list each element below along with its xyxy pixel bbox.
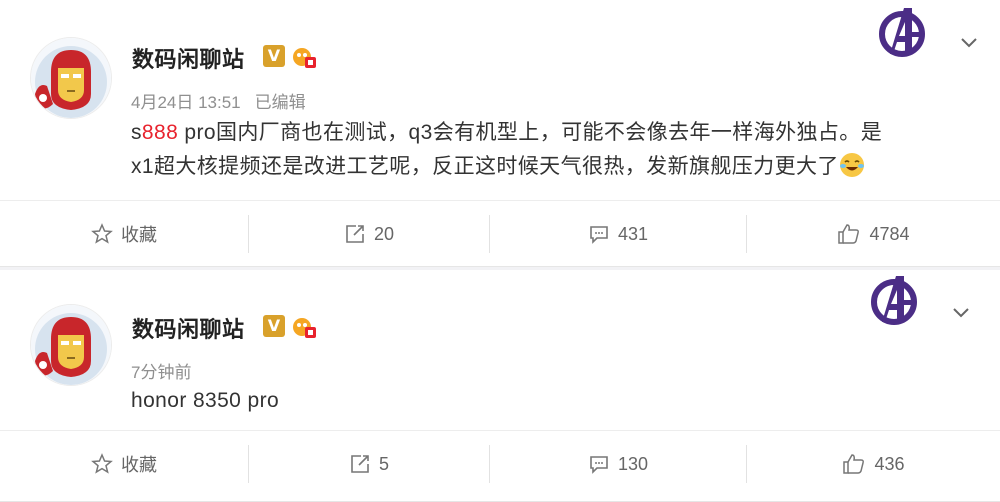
post-text-line-2: x1超大核提频还是改进工艺呢，反正这时候天气很热，发新旗舰压力更大了 bbox=[131, 150, 971, 184]
author-name[interactable]: 数码闲聊站 bbox=[132, 312, 245, 344]
post-text-line-1: s888 pro国内厂商也在测试，q3会有机型上，可能不会像去年一样海外独占。是 bbox=[131, 121, 883, 144]
weibo-post-1: 数码闲聊站 V 4月24日 13:51 已编辑 s888 pro国内厂商也在测试，… bbox=[0, 0, 1000, 267]
avatar[interactable] bbox=[30, 37, 112, 119]
favorite-label: 收藏 bbox=[121, 455, 157, 475]
verified-badge: V bbox=[263, 315, 285, 337]
post-meta: 7分钟前 bbox=[131, 358, 191, 383]
star-icon bbox=[91, 453, 113, 474]
comment-icon bbox=[590, 226, 608, 244]
repost-count: 5 bbox=[378, 453, 389, 474]
action-bar: 收藏 20 431 4784 bbox=[0, 200, 1000, 267]
comment-button[interactable]: 130 bbox=[490, 431, 746, 497]
repost-count: 20 bbox=[373, 223, 395, 244]
thumbs-up-icon bbox=[838, 224, 860, 244]
like-button[interactable]: 4784 bbox=[747, 201, 1000, 267]
avengers-logo-icon bbox=[866, 272, 922, 328]
timestamp[interactable]: 4月24日 13:51 bbox=[131, 93, 241, 112]
favorite-button[interactable]: 收藏 bbox=[0, 431, 248, 497]
repost-button[interactable]: 20 bbox=[249, 201, 489, 267]
avatar[interactable] bbox=[30, 304, 112, 386]
star-icon bbox=[91, 223, 113, 244]
chevron-down-icon[interactable] bbox=[950, 301, 972, 323]
timestamp[interactable]: 7分钟前 bbox=[131, 363, 191, 382]
repost-button[interactable]: 5 bbox=[249, 431, 489, 497]
comment-button[interactable]: 431 bbox=[490, 201, 746, 267]
favorite-label: 收藏 bbox=[121, 225, 157, 245]
share-icon bbox=[351, 455, 369, 473]
fan-badge-icon[interactable] bbox=[291, 313, 317, 339]
highlighted-model[interactable]: 888 bbox=[142, 121, 178, 144]
verified-badge: V bbox=[263, 45, 285, 67]
post-text: honor 8350 pro bbox=[131, 389, 280, 412]
iron-man-avatar-icon bbox=[31, 38, 111, 118]
post-text: s888 pro国内厂商也在测试，q3会有机型上，可能不会像去年一样海外独占。是… bbox=[131, 116, 971, 184]
post-meta: 4月24日 13:51 已编辑 bbox=[131, 88, 306, 113]
like-count: 4784 bbox=[869, 223, 910, 244]
thumbs-up-icon bbox=[843, 454, 865, 474]
laughing-crying-emoji-icon bbox=[839, 152, 865, 178]
like-button[interactable]: 436 bbox=[747, 431, 1000, 497]
chevron-down-icon[interactable] bbox=[958, 31, 980, 53]
comment-count: 130 bbox=[617, 453, 649, 474]
fan-badge-icon[interactable] bbox=[291, 43, 317, 69]
weibo-post-2: 数码闲聊站 V 7分钟前 honor 8350 pro 收藏 5 130 436 bbox=[0, 270, 1000, 502]
edited-label[interactable]: 已编辑 bbox=[255, 93, 306, 112]
comment-icon bbox=[590, 456, 608, 474]
action-bar: 收藏 5 130 436 bbox=[0, 430, 1000, 497]
like-count: 436 bbox=[874, 453, 905, 474]
author-name[interactable]: 数码闲聊站 bbox=[132, 42, 245, 74]
share-icon bbox=[346, 225, 364, 243]
comment-count: 431 bbox=[617, 223, 649, 244]
iron-man-avatar-icon bbox=[31, 305, 111, 385]
favorite-button[interactable]: 收藏 bbox=[0, 201, 248, 267]
avengers-logo-icon bbox=[874, 4, 930, 60]
